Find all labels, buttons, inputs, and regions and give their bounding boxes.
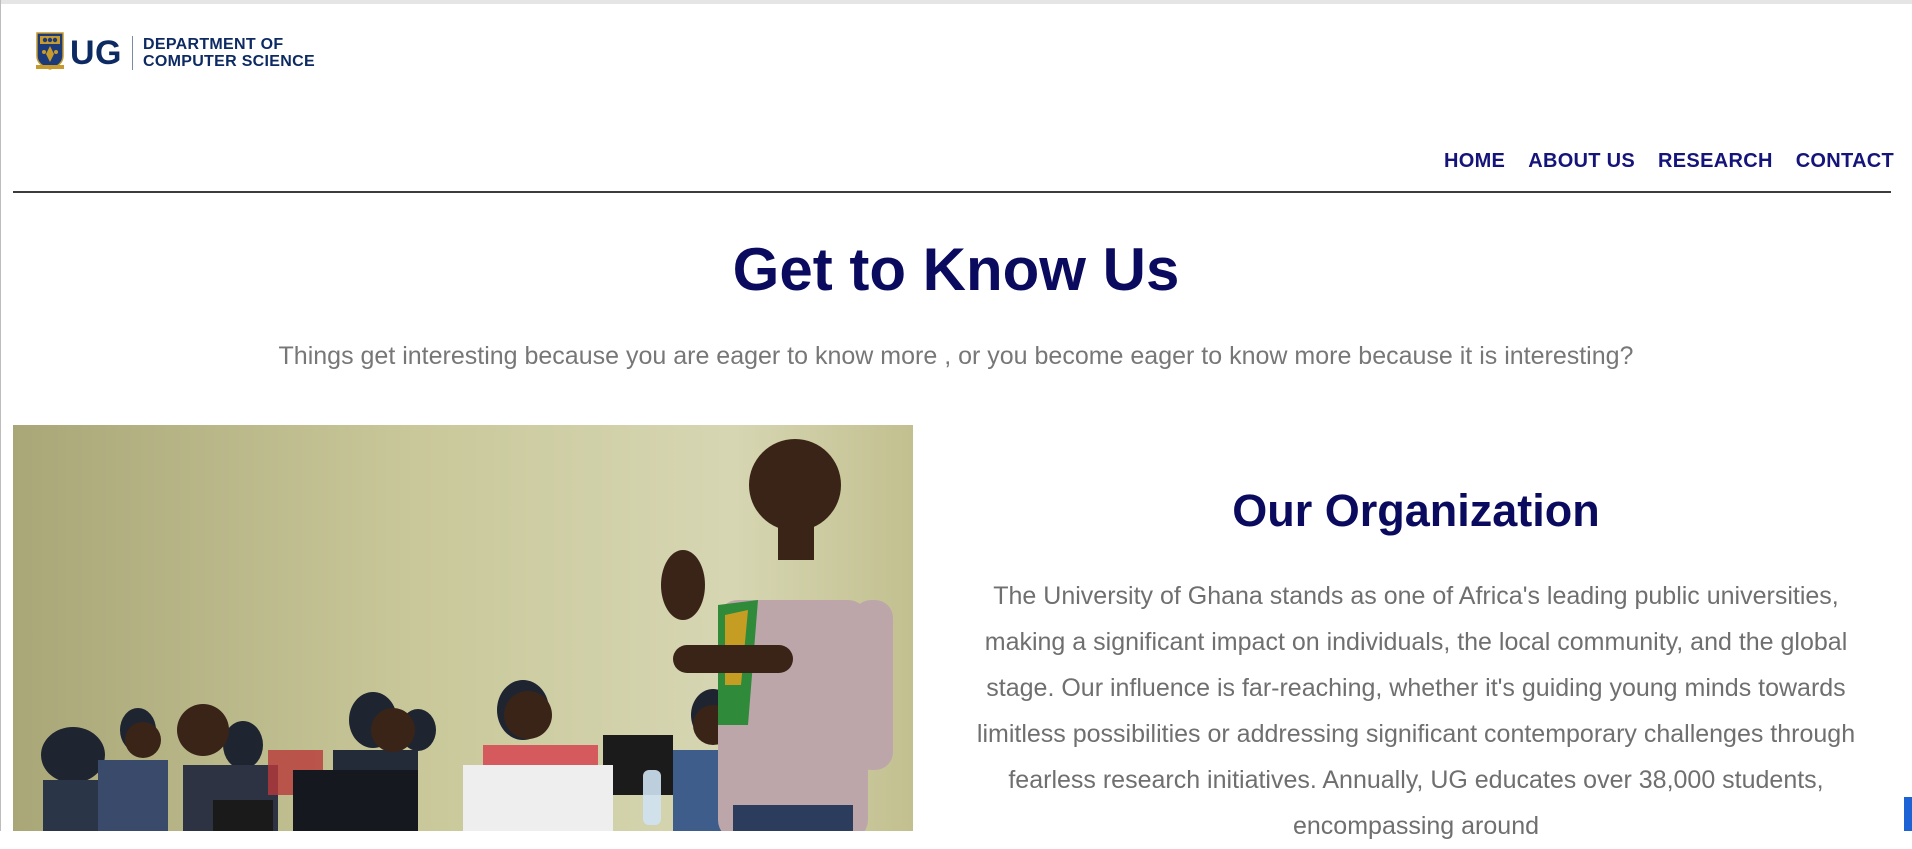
window-top-border (0, 0, 1912, 4)
classroom-photo (13, 425, 913, 831)
nav-about-us-link[interactable]: ABOUT US (1528, 150, 1635, 173)
section-title: Our Organization (1232, 485, 1600, 536)
section-body: The University of Ghana stands as one of… (976, 582, 1856, 840)
main-navigation: HOME ABOUT US RESEARCH CONTACT (1444, 150, 1912, 178)
nav-home-link[interactable]: HOME (1444, 150, 1505, 173)
logo-mark: UG (70, 34, 122, 72)
crest-icon (36, 31, 64, 75)
scrollbar-thumb[interactable] (1904, 797, 1912, 831)
logo-divider (132, 36, 133, 70)
logo-line-1: DEPARTMENT OF (143, 36, 284, 53)
window-left-border (0, 0, 1, 831)
logo-department-name: DEPARTMENT OF COMPUTER SCIENCE (143, 36, 315, 70)
site-logo[interactable]: UG DEPARTMENT OF COMPUTER SCIENCE (36, 31, 315, 75)
nav-research-link[interactable]: RESEARCH (1658, 150, 1773, 173)
logo-line-2: COMPUTER SCIENCE (143, 53, 315, 70)
page-tagline: Things get interesting because you are e… (278, 342, 1634, 370)
header-divider (13, 191, 1891, 193)
nav-contact-link[interactable]: CONTACT (1796, 150, 1894, 173)
page-title: Get to Know Us (732, 236, 1180, 303)
